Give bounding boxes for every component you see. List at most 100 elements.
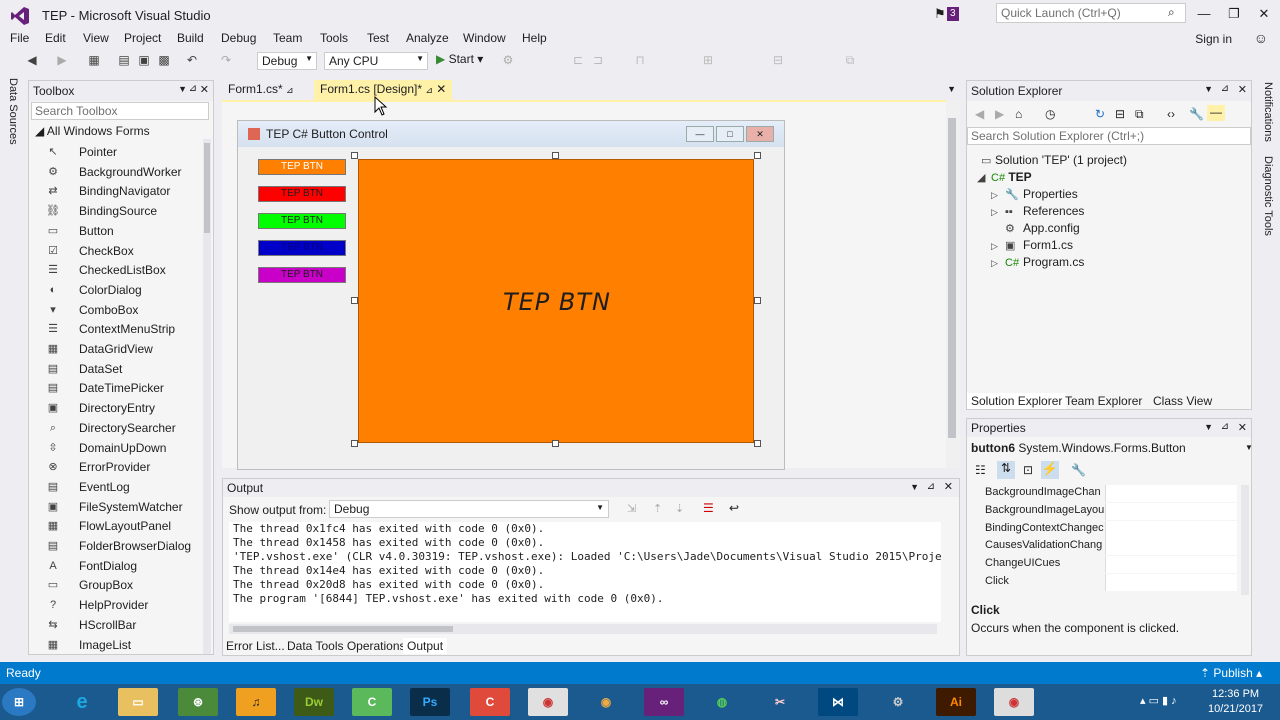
chrome-icon[interactable]: ◉	[528, 688, 568, 716]
menu-help[interactable]: Help	[522, 31, 547, 45]
tab-output[interactable]: Output	[403, 638, 448, 654]
form-small-button[interactable]: TEP BTN	[258, 240, 346, 256]
chrome-icon[interactable]: ◉	[994, 688, 1034, 716]
back-icon[interactable]: ◀	[975, 107, 984, 121]
toolbox-item[interactable]: ▤ FolderBrowserDialog	[45, 537, 205, 557]
toolbox-item[interactable]: ▣ DirectoryEntry	[45, 399, 205, 419]
view-code-icon[interactable]: ‹›	[1167, 107, 1175, 121]
project-node[interactable]: ◢ C# TEP	[977, 170, 1032, 184]
close-icon[interactable]: ✕	[1238, 83, 1247, 96]
sign-in-link[interactable]: Sign in	[1195, 32, 1232, 46]
align-center-icon[interactable]: ⊐	[590, 52, 606, 68]
configuration-select[interactable]: Debug ▼	[257, 52, 317, 70]
big-button[interactable]: TEP BTN	[358, 159, 754, 443]
back-icon[interactable]: ◀	[24, 52, 40, 68]
toolbox-group-header[interactable]: ◢ All Windows Forms	[35, 124, 150, 138]
solution-node[interactable]: ▭ Solution 'TEP' (1 project)	[981, 153, 1127, 167]
toolbox-item[interactable]: ▤ DateTimePicker	[45, 379, 205, 399]
chrome-icon[interactable]: ◉	[586, 688, 626, 716]
toolbox-item[interactable]: ⇆ HScrollBar	[45, 616, 205, 636]
property-row[interactable]: BackgroundImageLayou	[983, 502, 1239, 521]
toolbox-item[interactable]: ▣ FileSystemWatcher	[45, 498, 205, 518]
show-all-files-icon[interactable]: ⧉	[1135, 107, 1144, 122]
history-icon[interactable]: ◷	[1045, 107, 1055, 121]
designer-scroll-thumb[interactable]	[948, 118, 956, 438]
resize-handle[interactable]	[351, 440, 358, 447]
align-top-icon[interactable]: ⊓	[632, 52, 648, 68]
toolbox-item[interactable]: ⛓ BindingSource	[45, 202, 205, 222]
recorder-app-icon[interactable]: C	[470, 688, 510, 716]
tab-data-tools-operations[interactable]: Data Tools Operations	[283, 638, 410, 654]
menu-window[interactable]: Window	[463, 31, 506, 45]
menu-view[interactable]: View	[83, 31, 109, 45]
property-row[interactable]: BindingContextChangec	[983, 520, 1239, 539]
property-row[interactable]: Click	[983, 574, 1239, 592]
publish-button[interactable]: ⇡ Publish ▴	[1200, 666, 1262, 680]
menu-edit[interactable]: Edit	[45, 31, 66, 45]
resize-handle[interactable]	[351, 297, 358, 304]
camtasia-icon[interactable]: C	[352, 688, 392, 716]
illustrator-icon[interactable]: Ai	[936, 688, 976, 716]
pin-icon[interactable]: ⊿	[189, 83, 197, 94]
align-left-icon[interactable]: ⊏	[570, 52, 586, 68]
data-sources-tab[interactable]: Data Sources	[7, 78, 19, 145]
tab-class-view[interactable]: Class View	[1149, 393, 1216, 409]
dropdown-icon[interactable]: ▼	[1204, 84, 1213, 94]
forward-icon[interactable]: ▶	[54, 52, 70, 68]
menu-test[interactable]: Test	[367, 31, 389, 45]
pin-icon[interactable]: ⊿	[1221, 421, 1229, 432]
menu-build[interactable]: Build	[177, 31, 204, 45]
toolbox-item[interactable]: ☑ CheckBox	[45, 242, 205, 262]
clock-time[interactable]: 12:36 PM	[1212, 688, 1259, 700]
solution-tree-item[interactable]: ⚙ App.config	[991, 221, 1080, 235]
visual-studio-icon[interactable]: ∞	[644, 688, 684, 716]
toolbox-search-input[interactable]: Search Toolbox	[31, 102, 209, 120]
properties-icon[interactable]: 🔧	[1189, 107, 1204, 121]
toolbox-item[interactable]: ⚙ BackgroundWorker	[45, 163, 205, 183]
toolbox-item[interactable]: ▾ ComboBox	[45, 301, 205, 321]
spacing-icon[interactable]: ⊟	[770, 52, 786, 68]
solution-tree-item[interactable]: ▷ 🔧 Properties	[991, 187, 1078, 201]
form-small-button[interactable]: TEP BTN	[258, 186, 346, 202]
attach-icon[interactable]: ⚙	[500, 52, 516, 68]
menu-file[interactable]: File	[10, 31, 29, 45]
tab-solution-explorer[interactable]: Solution Explorer	[967, 393, 1067, 409]
new-project-icon[interactable]: ▦	[86, 52, 102, 68]
pin-icon[interactable]: ⊿	[425, 85, 433, 95]
maximize-button[interactable]: ❐	[1220, 4, 1248, 26]
make-same-size-icon[interactable]: ⊞	[700, 52, 716, 68]
solution-tree-item[interactable]: ▷ C# Program.cs	[991, 255, 1084, 269]
tab-form1-code[interactable]: Form1.cs* ⊿	[222, 80, 300, 100]
settings-app-icon[interactable]: ⚙	[878, 688, 918, 716]
dropdown-icon[interactable]: ▼	[910, 482, 919, 492]
tab-team-explorer[interactable]: Team Explorer	[1061, 393, 1146, 409]
tab-error-list[interactable]: Error List...	[222, 638, 289, 654]
redo-icon[interactable]: ↷	[218, 52, 234, 68]
property-value[interactable]	[1105, 520, 1237, 538]
toolbox-item[interactable]: ▦ FlowLayoutPanel	[45, 517, 205, 537]
toolbox-item[interactable]: ⊗ ErrorProvider	[45, 458, 205, 478]
properties-scrollbar[interactable]	[1241, 485, 1249, 595]
toolbox-item[interactable]: A FontDialog	[45, 557, 205, 577]
quick-launch-input[interactable]: Quick Launch (Ctrl+Q)	[996, 3, 1186, 23]
resize-handle[interactable]	[552, 152, 559, 159]
properties-view-icon[interactable]: ⊡	[1023, 463, 1033, 477]
toolbox-item[interactable]: ◐ ColorDialog	[45, 281, 205, 301]
resize-handle[interactable]	[754, 440, 761, 447]
dropdown-icon[interactable]: ▼	[1204, 422, 1213, 432]
categorized-icon[interactable]: ☷	[975, 463, 986, 477]
start-menu-icon[interactable]: ⊞	[2, 688, 36, 716]
toolbox-item[interactable]: ▦ ImageList	[45, 636, 205, 656]
headphones-app-icon[interactable]: ♫	[236, 688, 276, 716]
expand-arrow-icon[interactable]: ▷	[991, 207, 1005, 218]
close-button[interactable]: ✕	[1250, 4, 1278, 26]
close-icon[interactable]: ✕	[944, 480, 953, 493]
solution-tree-item[interactable]: ▷ ▪▪ References	[991, 204, 1084, 218]
refresh-icon[interactable]: ↻	[1095, 107, 1105, 121]
toolbox-item[interactable]: ⇳ DomainUpDown	[45, 439, 205, 459]
resize-handle[interactable]	[351, 152, 358, 159]
toolbox-item[interactable]: ▤ EventLog	[45, 478, 205, 498]
search-icon[interactable]: ⌕	[1168, 5, 1175, 20]
pin-icon[interactable]: ⊿	[286, 85, 294, 95]
designed-form[interactable]: TEP C# Button Control — □ ✕ TEP BTN TEP B…	[237, 120, 785, 470]
